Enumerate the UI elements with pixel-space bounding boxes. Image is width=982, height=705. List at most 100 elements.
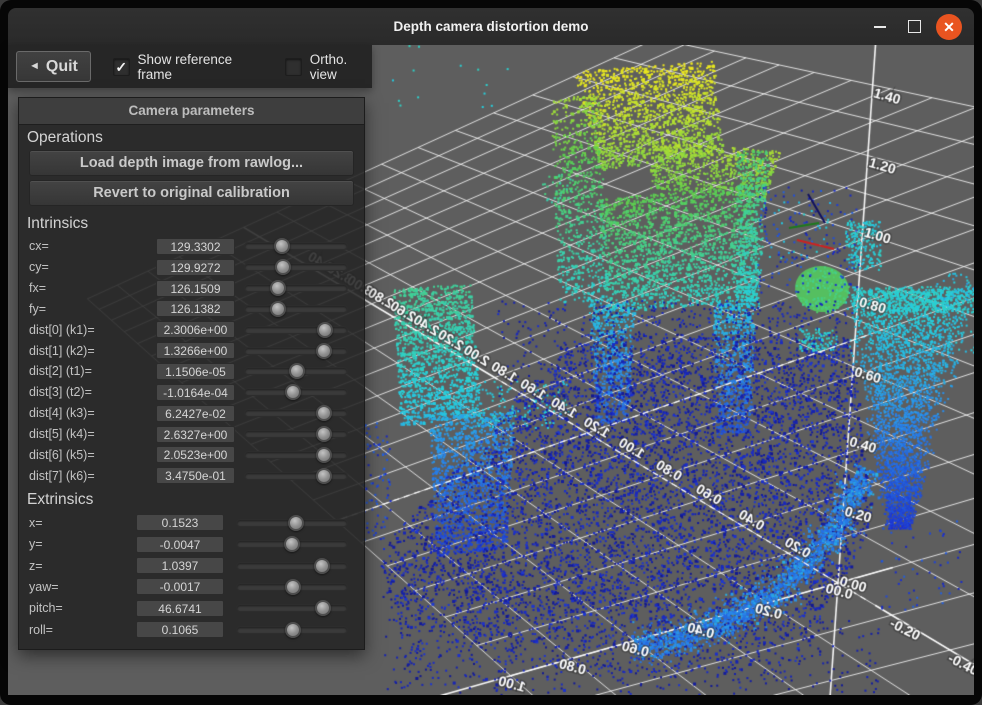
parameter-row: dist[3] (t2)=-1.0164e-04 (19, 382, 364, 403)
extrinsics-rows: x=0.1523y=-0.0047z=1.0397yaw=-0.0017pitc… (19, 512, 364, 640)
slider-handle[interactable] (314, 558, 330, 574)
parameter-row: pitch=46.6741 (19, 598, 364, 619)
toolbar: ◄Quit ✓ Show reference frame ✓ Ortho. vi… (8, 45, 372, 88)
param-slider[interactable] (236, 519, 348, 527)
slider-handle[interactable] (285, 579, 301, 595)
param-value-field[interactable]: 1.0397 (136, 557, 224, 574)
param-value-field[interactable]: 129.3302 (156, 238, 235, 255)
maximize-button[interactable] (902, 8, 926, 45)
parameter-row: x=0.1523 (19, 512, 364, 533)
param-label: cy= (29, 260, 156, 274)
slider-handle[interactable] (274, 238, 290, 254)
param-slider[interactable] (244, 472, 348, 480)
param-slider[interactable] (244, 388, 348, 396)
param-slider[interactable] (244, 242, 348, 250)
slider-handle[interactable] (270, 280, 286, 296)
slider-handle[interactable] (316, 447, 332, 463)
param-slider[interactable] (244, 284, 348, 292)
param-value-field[interactable]: 3.4750e-01 (156, 467, 235, 484)
window-title: Depth camera distortion demo (8, 8, 974, 45)
parameter-row: dist[1] (k2)=1.3266e+00 (19, 340, 364, 361)
param-slider[interactable] (236, 604, 348, 612)
slider-handle[interactable] (316, 405, 332, 421)
parameter-row: dist[7] (k6)=3.4750e-01 (19, 465, 364, 486)
checkbox-label: Ortho. view (310, 52, 372, 82)
slider-handle[interactable] (284, 536, 300, 552)
quit-button[interactable]: ◄Quit (16, 51, 91, 82)
checkbox-box: ✓ (285, 58, 302, 76)
param-slider[interactable] (236, 583, 348, 591)
param-value-field[interactable]: 1.1506e-05 (156, 363, 235, 380)
slider-handle[interactable] (270, 301, 286, 317)
param-value-field[interactable]: 6.2427e-02 (156, 405, 235, 422)
parameter-row: fx=126.1509 (19, 278, 364, 299)
slider-handle[interactable] (285, 622, 301, 638)
revert-calibration-button[interactable]: Revert to original calibration (29, 180, 354, 206)
param-value-field[interactable]: -1.0164e-04 (156, 384, 235, 401)
param-value-field[interactable]: 2.3006e+00 (156, 321, 235, 338)
parameter-row: roll=0.1065 (19, 619, 364, 640)
param-value-field[interactable]: -0.0047 (136, 536, 224, 553)
show-reference-frame-checkbox[interactable]: ✓ Show reference frame (113, 52, 259, 82)
slider-handle[interactable] (289, 363, 305, 379)
slider-handle[interactable] (285, 384, 301, 400)
param-slider[interactable] (244, 409, 348, 417)
section-extrinsics: Extrinsics (19, 486, 364, 512)
parameter-row: z=1.0397 (19, 555, 364, 576)
section-intrinsics: Intrinsics (19, 210, 364, 236)
param-label: cx= (29, 239, 156, 253)
param-slider[interactable] (244, 305, 348, 313)
param-slider[interactable] (244, 451, 348, 459)
param-label: dist[3] (t2)= (29, 385, 156, 399)
param-slider[interactable] (236, 540, 348, 548)
slider-handle[interactable] (316, 426, 332, 442)
param-slider[interactable] (244, 430, 348, 438)
param-slider[interactable] (244, 367, 348, 375)
slider-handle[interactable] (315, 600, 331, 616)
param-slider[interactable] (244, 326, 348, 334)
parameter-row: dist[4] (k3)=6.2427e-02 (19, 403, 364, 424)
parameter-row: fy=126.1382 (19, 299, 364, 320)
param-value-field[interactable]: 1.3266e+00 (156, 342, 235, 359)
camera-parameters-panel: Camera parameters Operations Load depth … (18, 97, 365, 650)
close-button[interactable]: ✕ (936, 8, 962, 45)
slider-handle[interactable] (275, 259, 291, 275)
param-slider[interactable] (244, 347, 348, 355)
param-label: z= (29, 559, 136, 573)
titlebar[interactable]: Depth camera distortion demo ✕ (8, 8, 974, 46)
param-value-field[interactable]: 126.1509 (156, 280, 235, 297)
parameter-row: cy=129.9272 (19, 257, 364, 278)
param-label: dist[6] (k5)= (29, 448, 156, 462)
param-value-field[interactable]: 129.9272 (156, 259, 235, 276)
slider-handle[interactable] (288, 515, 304, 531)
param-slider[interactable] (236, 626, 348, 634)
param-slider[interactable] (236, 562, 348, 570)
param-value-field[interactable]: 46.6741 (136, 600, 224, 617)
parameter-row: dist[6] (k5)=2.0523e+00 (19, 444, 364, 465)
param-value-field[interactable]: 2.6327e+00 (156, 426, 235, 443)
ortho-view-checkbox[interactable]: ✓ Ortho. view (285, 52, 372, 82)
param-label: dist[1] (k2)= (29, 344, 156, 358)
parameter-row: dist[2] (t1)=1.1506e-05 (19, 361, 364, 382)
main-content: ◄Quit ✓ Show reference frame ✓ Ortho. vi… (8, 45, 974, 695)
parameter-row: yaw=-0.0017 (19, 576, 364, 597)
param-label: dist[0] (k1)= (29, 323, 156, 337)
app-window: Depth camera distortion demo ✕ ◄Quit ✓ S… (0, 0, 982, 705)
slider-handle[interactable] (316, 343, 332, 359)
param-label: dist[5] (k4)= (29, 427, 156, 441)
load-depth-image-button[interactable]: Load depth image from rawlog... (29, 150, 354, 176)
param-value-field[interactable]: -0.0017 (136, 578, 224, 595)
parameter-row: y=-0.0047 (19, 534, 364, 555)
param-value-field[interactable]: 0.1065 (136, 621, 224, 638)
slider-handle[interactable] (316, 468, 332, 484)
slider-handle[interactable] (317, 322, 333, 338)
panel-title[interactable]: Camera parameters (19, 98, 364, 125)
param-value-field[interactable]: 0.1523 (136, 514, 224, 531)
param-label: yaw= (29, 580, 136, 594)
param-slider[interactable] (244, 263, 348, 271)
minimize-button[interactable] (868, 8, 892, 45)
param-label: fy= (29, 302, 156, 316)
param-value-field[interactable]: 126.1382 (156, 300, 235, 317)
param-label: dist[4] (k3)= (29, 406, 156, 420)
param-value-field[interactable]: 2.0523e+00 (156, 446, 235, 463)
